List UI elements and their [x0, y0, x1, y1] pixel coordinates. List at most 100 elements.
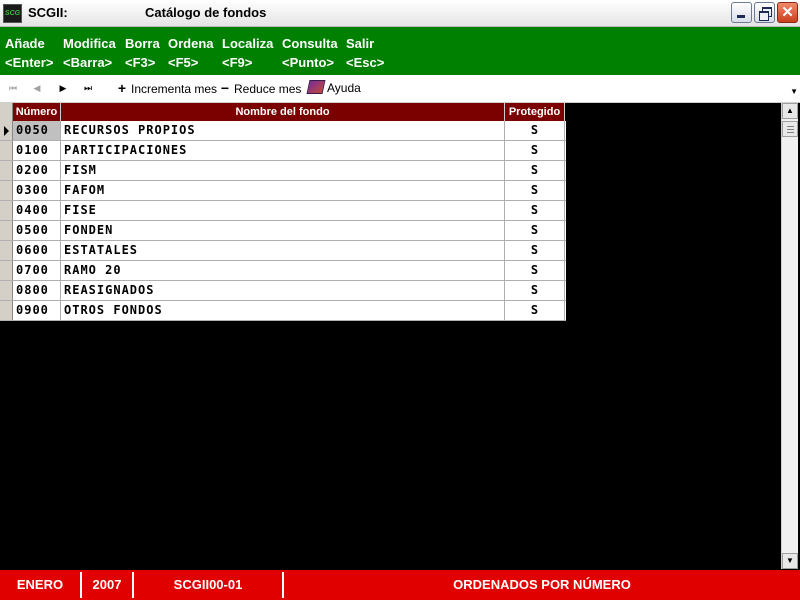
column-header-protected[interactable]: Protegido: [505, 103, 565, 121]
help-book-icon: [306, 80, 326, 94]
menu-label: Añade: [5, 36, 45, 51]
window-app-name: SCGII:: [28, 5, 68, 20]
cell-protected[interactable]: S: [505, 301, 565, 320]
restore-button[interactable]: [754, 2, 775, 23]
increment-month-button[interactable]: + Incrementa mes: [116, 80, 217, 96]
cell-name[interactable]: RECURSOS PROPIOS: [61, 121, 505, 140]
row-selector[interactable]: [0, 161, 13, 180]
cell-number[interactable]: 0200: [13, 161, 61, 180]
menu-borra[interactable]: Borra <F3>: [125, 34, 160, 72]
minimize-button[interactable]: [731, 2, 752, 23]
cell-name[interactable]: FONDEN: [61, 221, 505, 240]
menu-key: <Enter>: [5, 55, 54, 70]
cell-protected[interactable]: S: [505, 221, 565, 240]
next-record-icon[interactable]: ▶: [57, 82, 69, 94]
menu-key: <Esc>: [346, 55, 385, 70]
row-selector[interactable]: [0, 201, 13, 220]
table-row[interactable]: 0800 REASIGNADOS S: [0, 281, 566, 301]
cell-number[interactable]: 0600: [13, 241, 61, 260]
last-record-icon[interactable]: ⏭: [82, 82, 94, 94]
toolbar: ⏮ ◀ ▶ ⏭ + Incrementa mes − Reduce mes Ayud…: [0, 75, 800, 103]
menu-localiza[interactable]: Localiza <F9>: [222, 34, 273, 72]
minimize-icon: [737, 15, 745, 18]
cell-name[interactable]: FAFOM: [61, 181, 505, 200]
table-row[interactable]: 0900 OTROS FONDOS S: [0, 301, 566, 321]
menu-label: Localiza: [222, 36, 274, 51]
cell-number[interactable]: 0500: [13, 221, 61, 240]
row-selector[interactable]: [0, 261, 13, 280]
reduce-month-button[interactable]: − Reduce mes: [219, 80, 301, 96]
increment-month-label: Incrementa mes: [131, 82, 218, 96]
row-selector[interactable]: [0, 121, 13, 140]
first-record-icon[interactable]: ⏮: [7, 82, 19, 94]
cell-number[interactable]: 0100: [13, 141, 61, 160]
table-row[interactable]: 0300 FAFOM S: [0, 181, 566, 201]
menu-key: <F9>: [222, 55, 253, 70]
cell-protected[interactable]: S: [505, 141, 565, 160]
row-selector-header[interactable]: [0, 103, 13, 121]
cell-number[interactable]: 0700: [13, 261, 61, 280]
vertical-scrollbar[interactable]: ▲ ▼: [781, 103, 798, 569]
menu-salir[interactable]: Salir <Esc>: [346, 34, 384, 72]
app-logo-icon[interactable]: SCG: [3, 4, 22, 23]
cell-name[interactable]: ESTATALES: [61, 241, 505, 260]
toolbar-chevron-down-icon[interactable]: ▼: [790, 87, 798, 96]
scroll-down-icon[interactable]: ▼: [782, 553, 798, 569]
cell-name[interactable]: PARTICIPACIONES: [61, 141, 505, 160]
column-header-name[interactable]: Nombre del fondo: [61, 103, 505, 121]
cell-name[interactable]: OTROS FONDOS: [61, 301, 505, 320]
table-row[interactable]: 0100 PARTICIPACIONES S: [0, 141, 566, 161]
cell-protected[interactable]: S: [505, 261, 565, 280]
cell-protected[interactable]: S: [505, 201, 565, 220]
row-selector[interactable]: [0, 301, 13, 320]
status-year: 2007: [80, 572, 132, 598]
cell-number[interactable]: 0900: [13, 301, 61, 320]
table-row[interactable]: 0200 FISM S: [0, 161, 566, 181]
table-row[interactable]: 0050 RECURSOS PROPIOS S: [0, 121, 566, 141]
row-selector[interactable]: [0, 281, 13, 300]
cell-protected[interactable]: S: [505, 121, 565, 140]
window-title: Catálogo de fondos: [145, 5, 267, 20]
row-selector[interactable]: [0, 181, 13, 200]
status-month: ENERO: [16, 577, 64, 592]
minus-icon: −: [220, 80, 230, 96]
row-selector[interactable]: [0, 141, 13, 160]
menu-modifica[interactable]: Modifica <Barra>: [63, 34, 116, 72]
menu-bar: Añade <Enter> Modifica <Barra> Borra <F3> O…: [0, 27, 800, 75]
column-header-number[interactable]: Número: [13, 103, 61, 121]
status-bar: ENERO 2007 SCGII00-01 ORDENADOS POR NÚME…: [0, 570, 800, 600]
title-bar: SCG SCGII: Catálogo de fondos ✕: [0, 0, 800, 27]
menu-consulta[interactable]: Consulta <Punto>: [282, 34, 338, 72]
row-selector[interactable]: [0, 241, 13, 260]
close-icon: ✕: [781, 4, 794, 21]
cell-number[interactable]: 0400: [13, 201, 61, 220]
table-row[interactable]: 0500 FONDEN S: [0, 221, 566, 241]
cell-name[interactable]: REASIGNADOS: [61, 281, 505, 300]
cell-number[interactable]: 0800: [13, 281, 61, 300]
table-row[interactable]: 0400 FISE S: [0, 201, 566, 221]
scroll-thumb[interactable]: [782, 121, 798, 137]
row-selector[interactable]: [0, 221, 13, 240]
scroll-up-icon[interactable]: ▲: [782, 103, 798, 119]
current-row-pointer-icon: [4, 126, 9, 136]
cell-name[interactable]: RAMO 20: [61, 261, 505, 280]
help-label: Ayuda: [327, 81, 361, 95]
cell-name[interactable]: FISM: [61, 161, 505, 180]
table-row[interactable]: 0600 ESTATALES S: [0, 241, 566, 261]
close-button[interactable]: ✕: [777, 2, 798, 23]
help-button[interactable]: Ayuda: [306, 80, 361, 96]
previous-record-icon[interactable]: ◀: [31, 82, 43, 94]
plus-icon: +: [117, 80, 127, 96]
cell-protected[interactable]: S: [505, 281, 565, 300]
cell-number[interactable]: 0300: [13, 181, 61, 200]
menu-ordena[interactable]: Ordena <F5>: [168, 34, 214, 72]
cell-name[interactable]: FISE: [61, 201, 505, 220]
menu-anade[interactable]: Añade <Enter>: [5, 34, 53, 72]
cell-protected[interactable]: S: [505, 181, 565, 200]
status-message: ORDENADOS POR NÚMERO: [282, 572, 800, 598]
table-row[interactable]: 0700 RAMO 20 S: [0, 261, 566, 281]
cell-protected[interactable]: S: [505, 241, 565, 260]
cell-protected[interactable]: S: [505, 161, 565, 180]
cell-number[interactable]: 0050: [13, 121, 61, 140]
status-module: SCGII00-01: [132, 572, 282, 598]
